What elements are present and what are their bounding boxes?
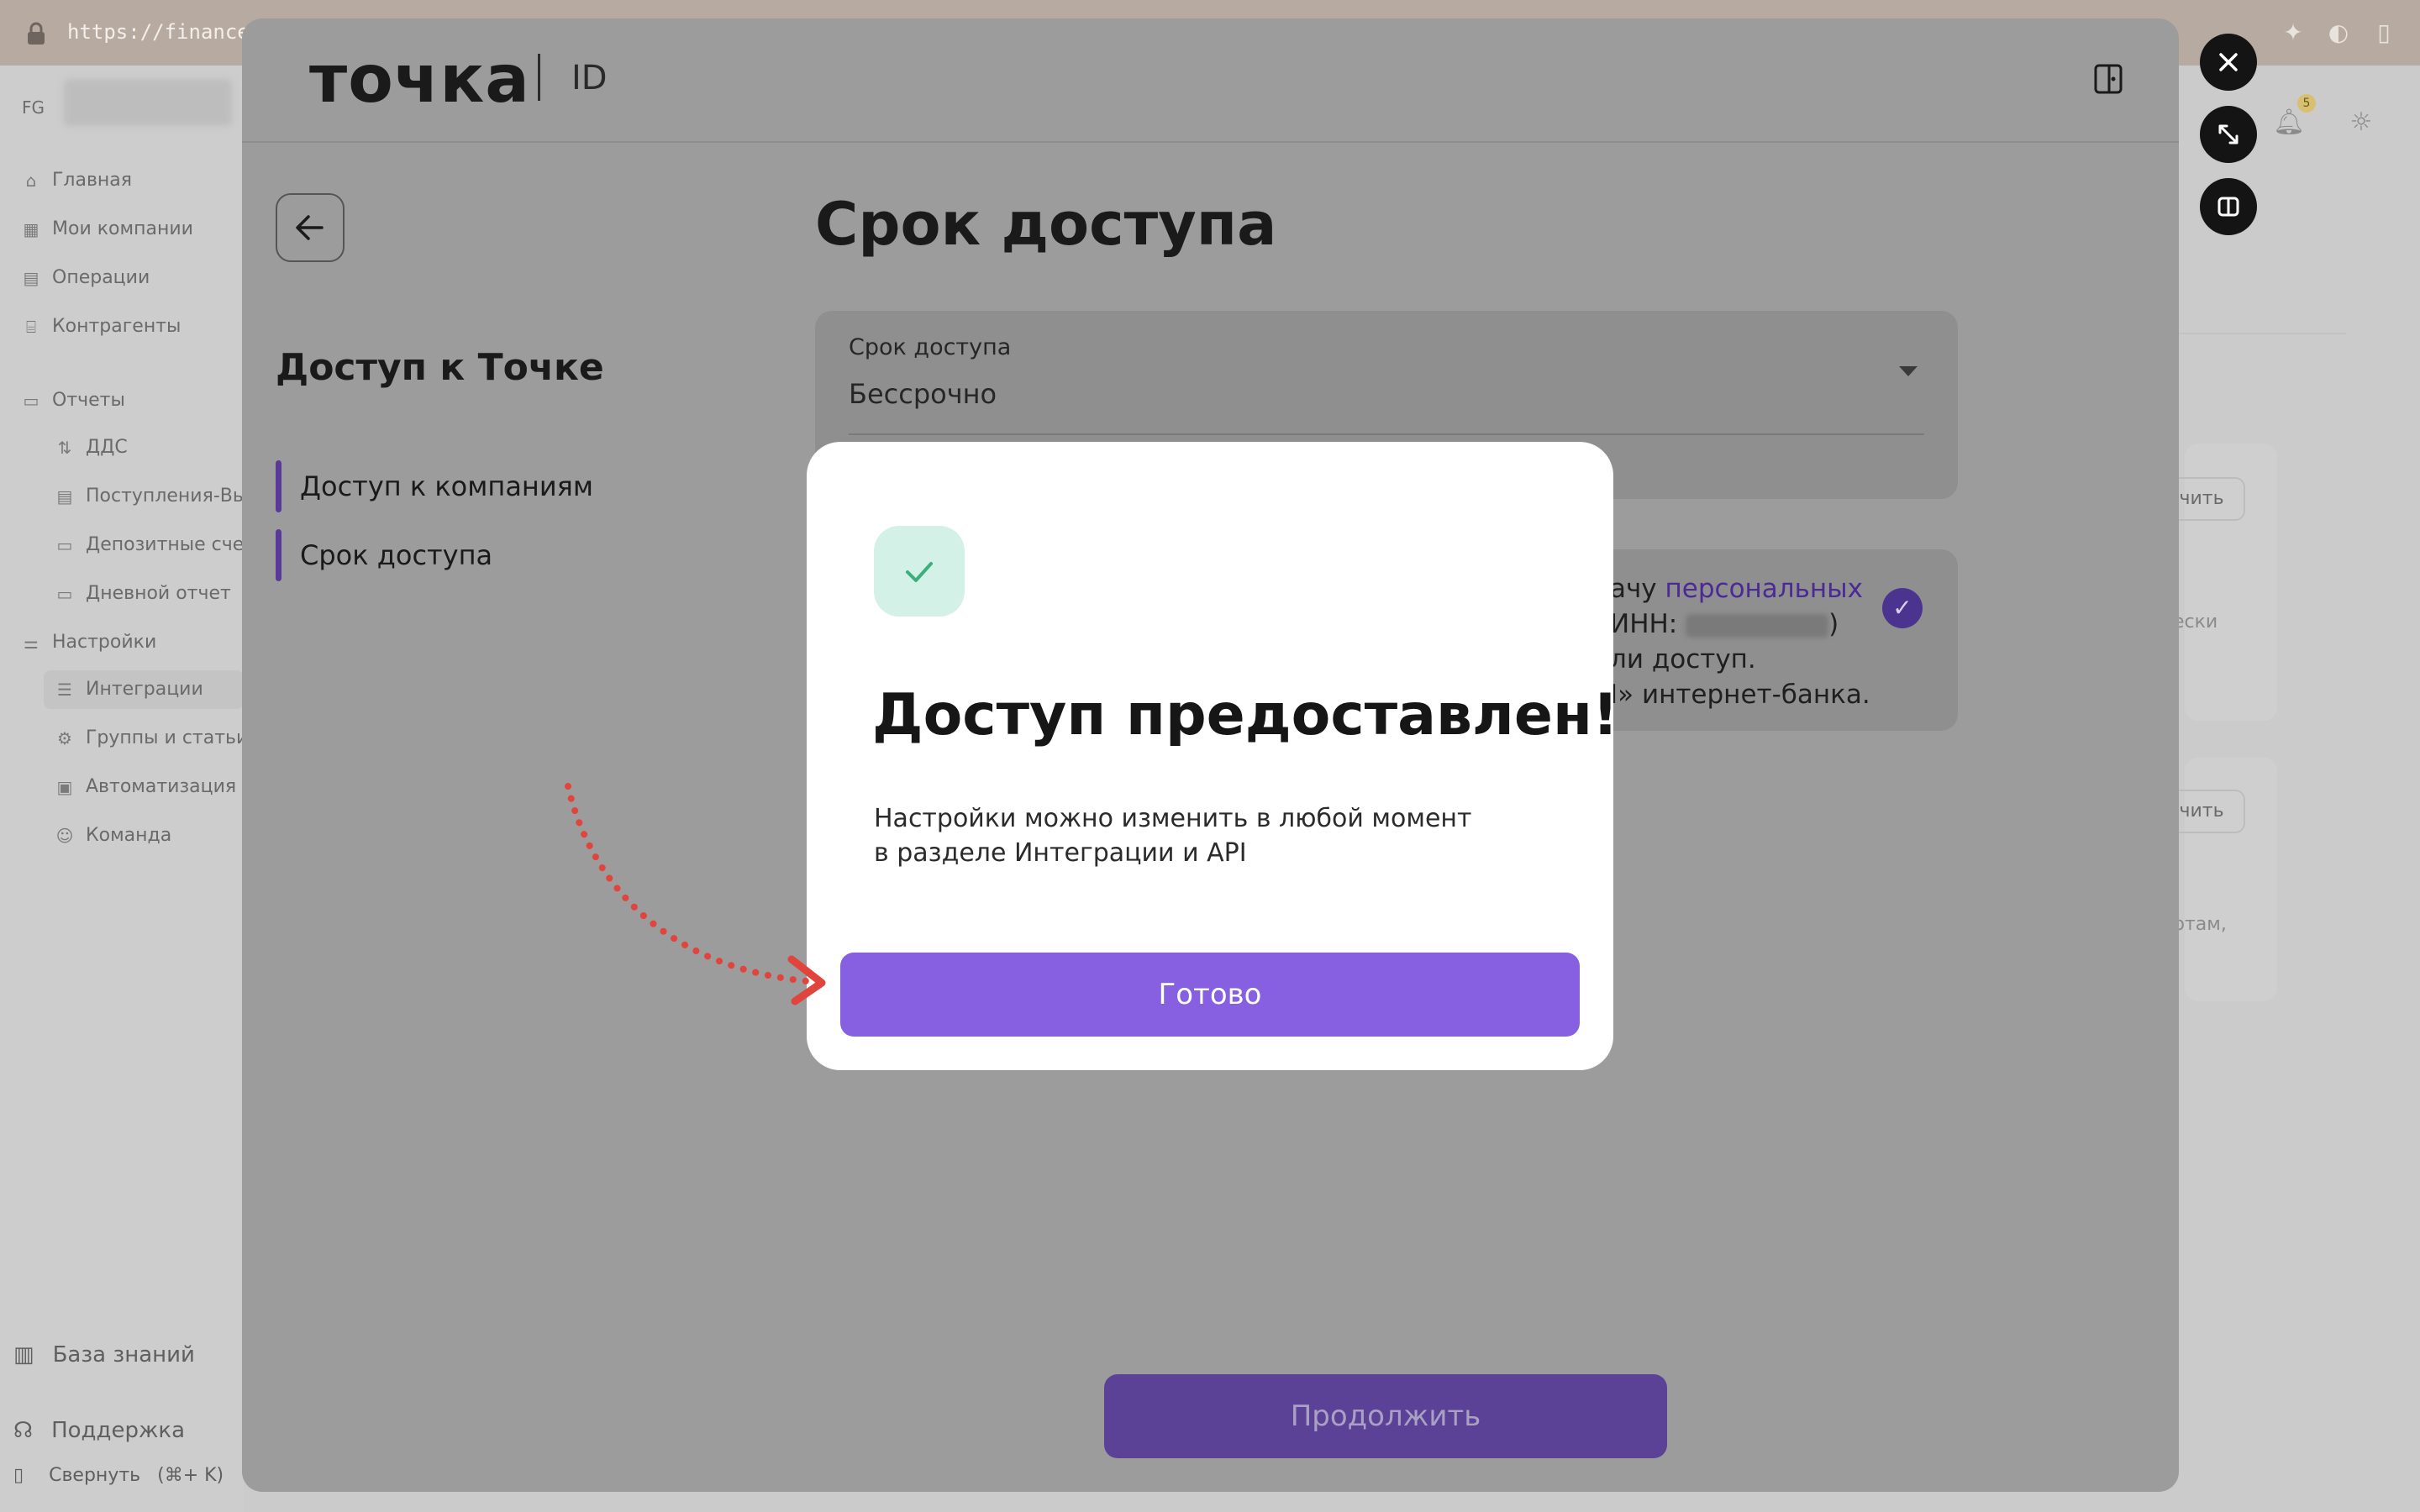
settings-sliders-icon: ⚌ <box>24 632 39 653</box>
step-indicator <box>276 529 281 581</box>
consent-text: ачу персональных ИНН: ) ли доступ. I» ин… <box>1610 574 1870 710</box>
logo-divider <box>538 54 540 101</box>
success-badge <box>874 526 965 617</box>
step-indicator <box>276 460 281 512</box>
tochka-logo: точка <box>309 42 530 118</box>
extensions-icon[interactable]: ✦ <box>2277 17 2309 49</box>
split-view-button[interactable] <box>2200 178 2257 235</box>
chevron-down-icon[interactable] <box>1899 366 1918 376</box>
sidebar-item-team[interactable]: ☺ Команда <box>55 825 172 846</box>
collapse-icon: ▯ <box>13 1465 24 1486</box>
consent-checkbox[interactable]: ✓ <box>1882 588 1923 628</box>
access-period-value: Бессрочно <box>849 378 997 410</box>
daily-report-icon: ▭ <box>56 583 73 604</box>
sun-icon[interactable]: ☼ <box>2344 106 2378 139</box>
annotation-arrow-icon <box>565 783 826 1005</box>
sidebar-item-operations[interactable]: ▤ Операции <box>22 267 150 288</box>
dialog-title: Доступ предоставлен! <box>872 682 1618 748</box>
reports-icon: ▭ <box>23 390 39 411</box>
sidebar-item-companies[interactable]: ▦ Мои компании <box>22 218 193 239</box>
support-link[interactable]: ☊ Поддержка <box>13 1418 185 1443</box>
robot-icon: ▣ <box>56 776 73 797</box>
user-initials: FG <box>22 97 45 118</box>
divider <box>2178 333 2346 334</box>
sidebar-item-daily-report[interactable]: ▭ Дневной отчет <box>55 583 231 604</box>
sidebar-item-reports[interactable]: ▭ Отчеты <box>22 390 125 411</box>
step-companies[interactable]: Доступ к компаниям <box>276 460 593 512</box>
sidebar-item-automation[interactable]: ▣ Автоматизация п <box>55 776 255 797</box>
sidebar-item-deposits[interactable]: ▭ Депозитные счет <box>55 534 255 555</box>
left-title: Доступ к Точке <box>276 346 604 389</box>
sidebar-item-home[interactable]: ⌂ Главная <box>22 170 132 191</box>
notification-count: 5 <box>2297 94 2316 113</box>
exit-icon[interactable] <box>2091 60 2128 97</box>
integrations-icon: ☰ <box>57 679 72 700</box>
sidebar-toggle-icon[interactable]: ▯ <box>2368 17 2400 49</box>
profile-icon[interactable]: ◐ <box>2323 17 2354 49</box>
close-icon <box>2219 53 2238 71</box>
library-icon: ▥ <box>13 1342 34 1368</box>
right-card-1-text: ески <box>2173 612 2218 633</box>
sidebar-item-integrations[interactable]: ☰ Интеграции <box>55 679 203 700</box>
split-view-icon <box>2217 197 2239 217</box>
sidebar-item-settings[interactable]: ⚌ Настройки <box>22 632 156 653</box>
check-icon <box>906 562 933 582</box>
companies-icon: ▦ <box>23 218 39 239</box>
back-button[interactable] <box>276 193 345 262</box>
knowledge-base-link[interactable]: ▥ База знаний <box>13 1342 195 1368</box>
field-underline <box>849 433 1924 435</box>
user-name-redacted <box>64 79 232 126</box>
inn-redacted <box>1686 613 1829 638</box>
collapse-sidebar-button[interactable]: ▯ Свернуть (⌘+ K) <box>13 1465 224 1486</box>
operations-icon: ▤ <box>23 267 39 288</box>
bank-icon: ⌸ <box>26 316 36 337</box>
cashflow-icon: ⇅ <box>57 437 72 458</box>
page-title: Срок доступа <box>815 190 1277 259</box>
access-period-label: Срок доступа <box>849 334 1012 360</box>
personal-data-link[interactable]: персональных <box>1665 574 1863 604</box>
arrow-left-icon <box>296 215 324 240</box>
expand-button[interactable] <box>2200 106 2257 163</box>
home-icon: ⌂ <box>25 170 37 191</box>
sidebar-item-dds[interactable]: ⇅ ДДС <box>55 437 128 458</box>
team-icon: ☺ <box>55 825 74 846</box>
continue-button[interactable]: Продолжить <box>1104 1374 1667 1458</box>
expand-icon <box>2218 124 2238 144</box>
right-card-2-text: ртам, <box>2173 914 2227 935</box>
address-bar[interactable]: https://financeg <box>67 20 261 44</box>
gear-icon: ⚙ <box>57 727 72 748</box>
done-button[interactable]: Готово <box>840 953 1580 1037</box>
dialog-description: Настройки можно изменить в любой момент … <box>874 804 1472 868</box>
step-access-period[interactable]: Срок доступа <box>276 529 492 581</box>
deposit-icon: ▭ <box>56 534 73 555</box>
logo-id: ID <box>571 59 608 97</box>
sidebar-item-counterparties[interactable]: ⌸ Контрагенты <box>22 316 181 337</box>
sidebar-item-groups[interactable]: ⚙ Группы и статьи <box>55 727 248 748</box>
sidebar-item-income[interactable]: ▤ Поступления-Вы <box>55 486 248 507</box>
modal-header <box>242 18 2179 143</box>
headset-icon: ☊ <box>13 1418 34 1443</box>
lock-icon <box>25 22 47 45</box>
document-icon: ▤ <box>56 486 73 507</box>
close-button[interactable] <box>2200 34 2257 91</box>
